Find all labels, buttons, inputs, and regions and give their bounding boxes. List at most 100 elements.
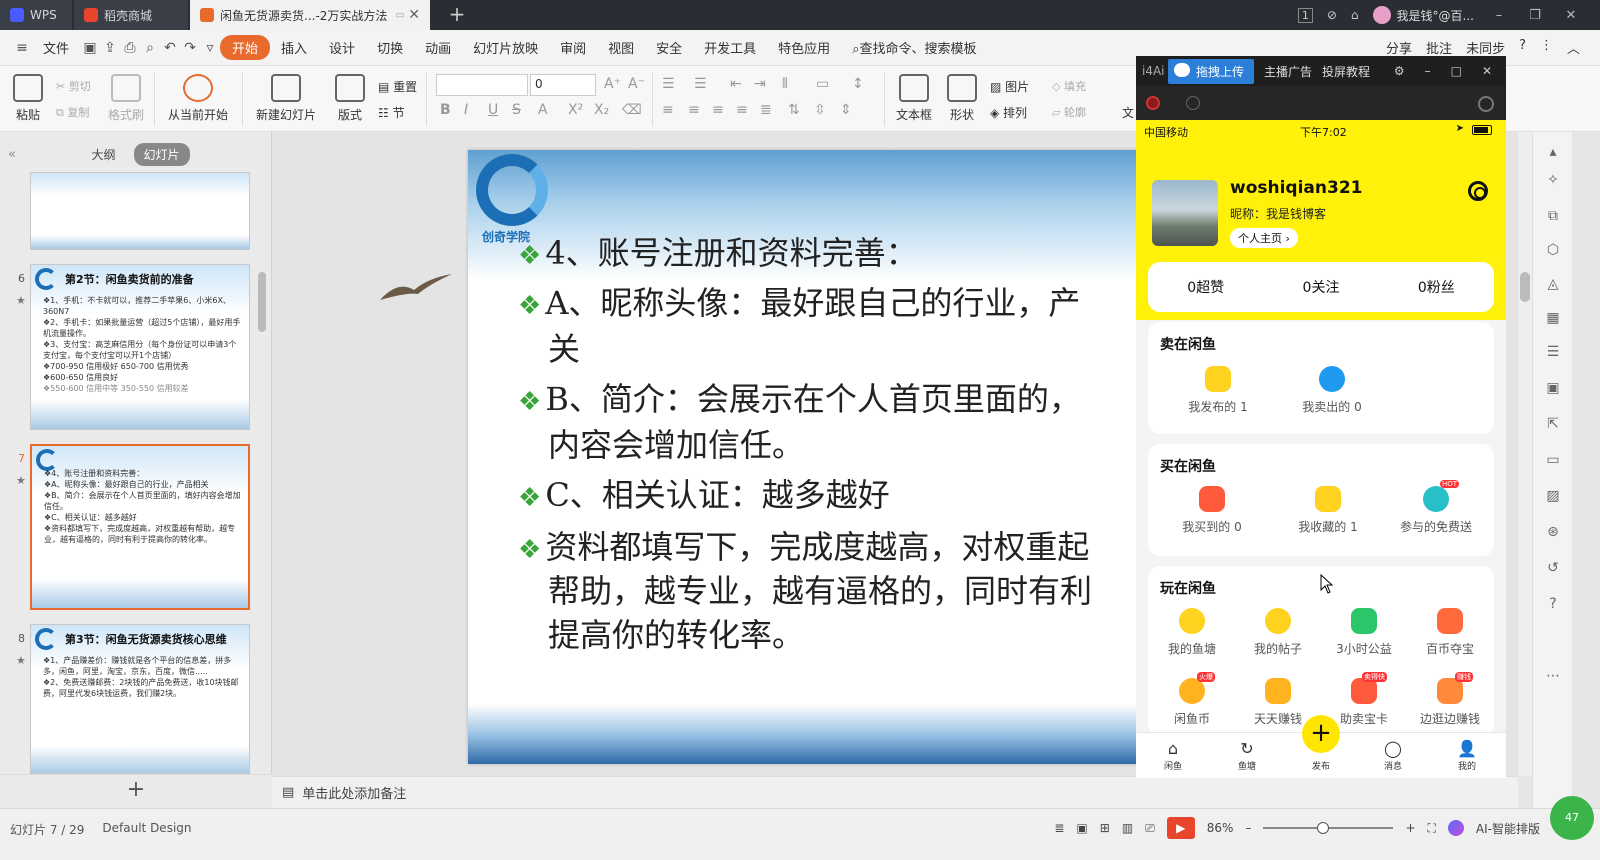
underline-icon[interactable]: U — [488, 102, 498, 118]
slide-thumbnail-8[interactable]: 第3节：闲鱼无货源卖货核心思维 ❖1、产品赚差价：赚钱就是各个平台的信息差，拼多… — [30, 624, 250, 774]
tab-document[interactable]: 闲鱼无货源卖货...-2万实战方法 ▭ ✕ — [190, 0, 430, 30]
menu-developer[interactable]: 开发工具 — [693, 38, 767, 57]
pin-icon[interactable]: ▭ — [395, 10, 404, 21]
preview-icon[interactable]: ⌕ — [140, 40, 160, 56]
menu-security[interactable]: 安全 — [645, 38, 693, 57]
picture-button[interactable]: ▨ 图片 — [990, 78, 1029, 95]
slide-line[interactable]: 帮助，越专业，越有逼格的，同时有利 — [548, 566, 1092, 612]
free-giveaway[interactable]: HOT 参与的免费送 — [1386, 480, 1486, 535]
export-icon[interactable]: ⇪ — [100, 40, 120, 56]
template-icon[interactable]: ⧉ — [1543, 208, 1563, 226]
charity-3h[interactable]: 3小时公益 — [1314, 608, 1414, 657]
slide-thumbnail-7[interactable]: ❖4、账号注册和资料完善： ❖A、昵称头像：最好跟自己的行业，产品相关 ❖B、简… — [30, 444, 250, 610]
fill-icon[interactable]: ◬ — [1543, 276, 1563, 294]
backup-icon[interactable]: ⊛ — [1543, 524, 1563, 542]
restore-icon[interactable]: ❐ — [1524, 8, 1546, 23]
fans-count[interactable]: 0粉丝 — [1379, 277, 1494, 297]
redo-icon[interactable]: ↷ — [180, 40, 200, 56]
columns-icon[interactable]: ▭ — [816, 76, 829, 92]
slide-line[interactable]: ❖ 4、账号注册和资料完善： — [518, 228, 918, 274]
user-account[interactable]: 我是钱°@百... — [1372, 6, 1474, 24]
layout-button[interactable]: 版式 — [330, 74, 370, 123]
notes-toggle-icon[interactable]: ≣ — [1054, 821, 1064, 835]
star-icon[interactable]: ★ — [16, 654, 26, 667]
editor-scrollbar[interactable] — [1518, 132, 1532, 776]
justify-icon[interactable]: ≡ — [736, 102, 748, 118]
increase-indent-icon[interactable]: ⇥ — [754, 76, 766, 92]
menu-features[interactable]: 特色应用 — [767, 38, 841, 57]
slide-line[interactable]: 提高你的转化率。 — [548, 610, 804, 656]
maximize-icon[interactable]: □ — [1451, 64, 1462, 78]
following-count[interactable]: 0关注 — [1263, 277, 1378, 297]
copy-button[interactable]: ⧉ 复制 — [56, 104, 89, 120]
tab-docer-store[interactable]: 稻壳商城 — [74, 0, 188, 30]
arrange-button[interactable]: ◈ 排列 — [990, 104, 1027, 121]
dropdown-icon[interactable]: ▿ — [200, 40, 220, 56]
collapse-panel-icon[interactable]: « — [8, 147, 16, 162]
share-button[interactable]: 分享 — [1386, 38, 1412, 57]
help-icon[interactable]: ? — [1519, 38, 1526, 57]
my-fishpond[interactable]: 我的鱼塘 — [1142, 608, 1242, 657]
new-slide-button[interactable]: 新建幻灯片 — [250, 74, 322, 123]
more-icon[interactable]: ⋮ — [1540, 38, 1553, 57]
tab-wps[interactable]: WPS — [0, 0, 72, 30]
menu-animation[interactable]: 动画 — [414, 38, 462, 57]
new-tab-button[interactable]: + — [446, 4, 468, 26]
browse-earn[interactable]: 赚钱 边逛边赚钱 — [1400, 672, 1500, 727]
tab-fishpond[interactable]: ↻ 鱼塘 — [1222, 739, 1272, 772]
clear-format-icon[interactable]: ⌫ — [622, 102, 642, 118]
section-button[interactable]: ☷ 节 — [378, 104, 405, 121]
menu-review[interactable]: 审阅 — [549, 38, 597, 57]
likes-count[interactable]: 0超赞 — [1148, 277, 1263, 297]
menu-home[interactable]: 开始 — [220, 35, 271, 60]
reading-view-icon[interactable]: ▥ — [1122, 821, 1133, 835]
align-center-icon[interactable]: ≡ — [688, 102, 700, 118]
export-icon[interactable]: ⇱ — [1543, 416, 1563, 434]
menu-view[interactable]: 视图 — [597, 38, 645, 57]
grid-icon[interactable]: ▦ — [1543, 310, 1563, 328]
font-name-field[interactable] — [436, 74, 528, 96]
zoom-slider[interactable] — [1263, 822, 1394, 834]
ai-layout-button[interactable]: AI-智能排版 — [1476, 820, 1540, 837]
grow-font-icon[interactable]: A⁺ — [604, 76, 621, 92]
slide-line[interactable]: 内容会增加信任。 — [548, 420, 804, 466]
close-icon[interactable]: ✕ — [1482, 64, 1492, 78]
window-count-badge[interactable]: 1 — [1297, 7, 1313, 23]
cut-button[interactable]: ✂ 剪切 — [56, 78, 91, 94]
shape-button[interactable]: 形状 — [944, 74, 980, 123]
shapes-icon[interactable]: ⬡ — [1543, 242, 1563, 260]
play-from-current-button[interactable]: 从当前开始 — [162, 74, 234, 123]
decrease-indent-icon[interactable]: ⇤ — [730, 76, 742, 92]
toggle-icon[interactable] — [1478, 96, 1494, 112]
my-published[interactable]: 我发布的 1 — [1168, 366, 1268, 415]
publish-plus-button[interactable]: + — [1302, 715, 1340, 753]
tab-slides[interactable]: 幻灯片 — [133, 142, 190, 166]
cloud-icon[interactable]: ⊘ — [1327, 8, 1337, 22]
menu-transition[interactable]: 切换 — [366, 38, 414, 57]
minimize-icon[interactable]: – — [1425, 64, 1431, 78]
slide-line[interactable]: ❖ 资料都填写下，完成度越高，对权重起 — [518, 522, 1089, 568]
tutorial-link[interactable]: 投屏教程 — [1322, 63, 1370, 80]
text-tools-button[interactable]: 文 — [1122, 104, 1134, 121]
slide-thumbnail-5[interactable] — [30, 172, 250, 250]
paste-button[interactable]: 粘贴 — [8, 74, 48, 123]
font-size-field[interactable]: 0 — [530, 74, 596, 96]
star-icon[interactable]: ★ — [16, 474, 26, 487]
convert-icon[interactable]: ⇕ — [840, 102, 852, 118]
tab-outline[interactable]: 大纲 — [81, 143, 125, 166]
settings-icon[interactable]: ⚙ — [1394, 64, 1405, 78]
fit-window-icon[interactable]: ⛶ — [1428, 821, 1436, 836]
more-icon[interactable]: ⋯ — [1543, 668, 1563, 686]
menu-design[interactable]: 设计 — [318, 38, 366, 57]
bullet-list-icon[interactable]: ☰ — [662, 76, 675, 92]
close-tab-icon[interactable]: ✕ — [408, 7, 420, 23]
tab-messages[interactable]: ◯ 消息 — [1368, 739, 1418, 772]
collapse-ribbon-icon[interactable]: ︿ — [1567, 38, 1580, 57]
line-spacing-icon[interactable]: ↕ — [852, 76, 864, 92]
fill-button[interactable]: ◇ 填充 — [1052, 78, 1086, 94]
my-sold[interactable]: 我卖出的 0 — [1282, 366, 1382, 415]
normal-view-icon[interactable]: ▣ — [1076, 821, 1087, 835]
help-icon[interactable]: ? — [1543, 596, 1563, 614]
box-icon[interactable]: ▭ — [1543, 452, 1563, 470]
text-direction-icon[interactable]: ⫴ — [782, 76, 788, 92]
